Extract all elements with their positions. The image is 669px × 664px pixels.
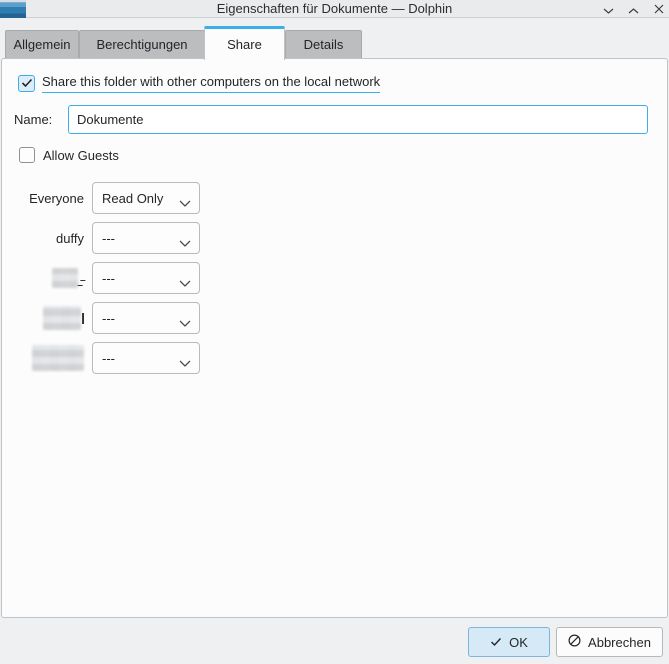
tab-label: Details [304,37,344,52]
redaction-remnant [82,313,84,324]
tab-allgemein[interactable]: Allgemein [5,30,79,58]
permission-dropdown[interactable]: --- [92,302,200,334]
share-name-input[interactable] [68,105,648,134]
allow-guests-label: Allow Guests [43,148,119,163]
properties-dialog: { "window": { "title": "Eigenschaften fü… [0,0,669,664]
close-button[interactable] [651,2,666,17]
window-title: Eigenschaften für Dokumente — Dolphin [0,0,669,18]
titlebar[interactable]: Eigenschaften für Dokumente — Dolphin [0,0,669,18]
dropdown-value: --- [102,231,115,246]
permission-dropdown-duffy[interactable]: --- [92,222,200,254]
share-folder-label: Share this folder with other computers o… [42,74,380,93]
redacted-user-name [52,268,78,288]
dropdown-value: --- [102,311,115,326]
permission-dropdown[interactable]: --- [92,262,200,294]
chevron-down-icon [179,235,191,250]
redacted-user-name [43,306,81,330]
share-tab-panel: Share this folder with other computers o… [1,58,668,618]
cancel-icon [568,634,581,650]
close-icon [654,2,664,17]
share-folder-row: Share this folder with other computers o… [18,74,380,93]
check-icon [490,635,502,650]
tab-bar: Allgemein Berechtigungen Share Details [0,18,669,58]
minimize-button[interactable] [601,2,616,17]
check-icon [21,76,33,91]
name-label: Name: [14,105,52,134]
maximize-button[interactable] [626,2,641,17]
user-name: duffy [56,231,84,246]
cancel-button-label: Abbrechen [588,635,651,650]
permission-user-label-redacted [2,302,84,334]
window-controls [601,0,666,18]
permission-dropdown-everyone[interactable]: Read Only [92,182,200,214]
ok-button-label: OK [509,635,528,650]
chevron-down-icon [603,2,614,17]
tab-share[interactable]: Share [204,26,285,60]
dropdown-value: --- [102,351,115,366]
chevron-down-icon [179,355,191,370]
chevron-down-icon [179,275,191,290]
tab-label: Berechtigungen [96,37,187,52]
ok-button[interactable]: OK [468,627,550,657]
permission-user-label: duffy [2,222,84,254]
allow-guests-row: Allow Guests [19,147,119,163]
tab-label: Share [227,37,262,52]
cancel-button[interactable]: Abbrechen [556,627,663,657]
chevron-down-icon [179,195,191,210]
tab-berechtigungen[interactable]: Berechtigungen [79,30,205,58]
dropdown-value: Read Only [102,191,163,206]
allow-guests-checkbox[interactable] [19,147,35,163]
permission-user-label: Everyone [2,182,84,214]
share-folder-checkbox[interactable] [18,75,35,92]
permission-user-label-redacted [2,342,84,374]
chevron-up-icon [628,2,639,17]
tab-details[interactable]: Details [285,30,362,58]
dropdown-value: --- [102,271,115,286]
permission-dropdown[interactable]: --- [92,342,200,374]
chevron-down-icon [179,315,191,330]
user-name: Everyone [29,191,84,206]
redacted-user-name [32,345,84,371]
redaction-remnant [77,280,85,286]
tab-label: Allgemein [13,37,70,52]
permission-user-label-redacted [2,262,84,294]
